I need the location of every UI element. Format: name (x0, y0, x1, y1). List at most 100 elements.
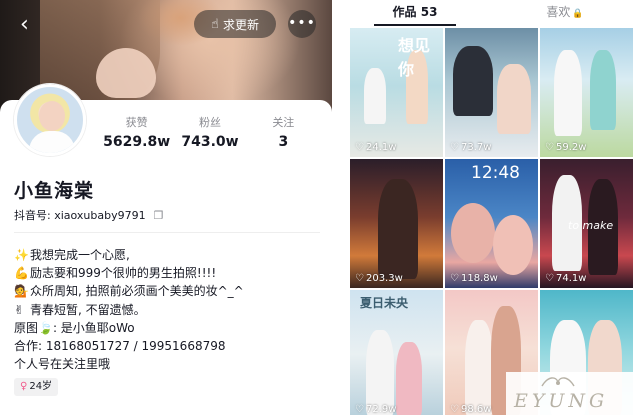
divider (14, 232, 320, 233)
video-tile[interactable]: 12:48 ♡ 118.8w (445, 159, 538, 288)
heart-icon: ♡ (450, 404, 459, 415)
bio-text: 原图🍃: 是小鱼耶oWo (14, 320, 135, 335)
sparkles-icon: ✨ (14, 248, 29, 262)
tile-overlay-text: to make (568, 219, 614, 232)
stat-following[interactable]: 关注 3 (247, 116, 320, 156)
tile-likes-count: 203.3w (365, 273, 403, 284)
bio-text: 合作: 18168051727 / 19951668798 (14, 339, 226, 354)
video-tile[interactable]: ♡ 203.3w (350, 159, 443, 288)
bio-line: 💪励志要和999个很帅的男生拍照!!!! (14, 264, 324, 282)
stat-value: 743.0w (181, 134, 239, 150)
muscle-icon: 💪 (14, 266, 29, 281)
heart-icon: ♡ (355, 142, 364, 153)
tab-likes[interactable]: 喜欢 🔒 (490, 0, 640, 26)
watermark-logo: EYUNG (506, 372, 640, 415)
bio-line: 原图🍃: 是小鱼耶oWo (14, 319, 324, 337)
works-grid: 想见你 ♡ 24.1w ♡ 73.7w ♡ 59.2w ♡ 203.3w 12:48 ♡… (350, 28, 640, 415)
female-icon: ♀ (20, 381, 28, 392)
more-icon[interactable]: ••• (288, 10, 316, 38)
video-tile[interactable]: to make ♡ 74.1w (540, 159, 633, 288)
figure-shape (451, 203, 495, 263)
heart-icon: ♡ (545, 273, 554, 284)
figure-shape (465, 320, 493, 415)
profile-stats: 获赞 5629.8w 粉丝 743.0w 关注 3 (100, 116, 320, 156)
watermark-text: EYUNG (514, 390, 609, 412)
video-tile[interactable]: ♡ 73.7w (445, 28, 538, 157)
bio-line: ✨我想完成一个心愿, (14, 246, 324, 264)
figure-shape (378, 179, 418, 279)
stat-likes[interactable]: 获赞 5629.8w (100, 116, 173, 156)
tile-likes-count: 98.6w (460, 404, 492, 415)
tile-likes-count: 118.8w (460, 273, 498, 284)
copy-icon[interactable]: ❐ (154, 209, 164, 222)
victory-hand-icon: ✌ (14, 302, 25, 317)
tile-likes: ♡ 72.9w (355, 404, 396, 415)
bio-line: 💁众所周知, 拍照前必须画个美美的妆^_^ (14, 282, 324, 300)
tile-likes: ♡ 74.1w (545, 273, 586, 284)
tile-overlay-text: 夏日未央 (360, 296, 409, 310)
tipping-hand-icon: 💁 (14, 284, 29, 299)
profile-nickname: 小鱼海棠 (14, 180, 95, 202)
bio-line: ✌ 青春短暂, 不留遗憾。 (14, 301, 324, 319)
tile-likes-count: 72.9w (365, 404, 397, 415)
tab-works[interactable]: 作品 53 (340, 0, 490, 26)
stat-value: 5629.8w (103, 134, 171, 150)
profile-panel: ‹ ☝ 求更新 ••• 获赞 5629.8w 粉丝 743.0w 关注 3 小鱼… (0, 0, 332, 415)
request-update-label: 求更新 (222, 17, 259, 32)
figure-shape (493, 215, 533, 275)
lock-icon: 🔒 (572, 9, 584, 19)
figure-shape (554, 50, 582, 136)
works-panel: 作品 53 喜欢 🔒 想见你 ♡ 24.1w ♡ 73.7w ♡ 59.2w ♡ 203.… (340, 0, 640, 415)
age-tag-text: 24岁 (29, 381, 53, 392)
request-update-button[interactable]: ☝ 求更新 (194, 10, 276, 38)
profile-bio: ✨我想完成一个心愿, 💪励志要和999个很帅的男生拍照!!!! 💁众所周知, 拍… (14, 246, 324, 373)
bio-text: 众所周知, 拍照前必须画个美美的妆^_^ (30, 284, 244, 299)
figure-shape (364, 68, 386, 124)
bio-text: 我想完成一个心愿, (30, 248, 130, 262)
avatar-body-shape (29, 131, 75, 153)
douyin-id-text: 抖音号: xiaoxubaby9791 (14, 209, 146, 222)
tile-likes: ♡ 98.6w (450, 404, 491, 415)
stat-label: 粉丝 (198, 116, 221, 129)
figure-shape (497, 64, 531, 134)
figure-shape (366, 330, 394, 415)
tile-likes-count: 73.7w (460, 142, 492, 153)
avatar[interactable] (14, 84, 86, 156)
tile-likes: ♡ 73.7w (450, 142, 491, 153)
bio-line: 个人号在关注里哦 (14, 355, 324, 373)
tile-overlay-text: 12:48 (471, 163, 520, 183)
stat-followers[interactable]: 粉丝 743.0w (173, 116, 246, 156)
figure-shape (590, 50, 616, 130)
tile-likes-count: 74.1w (555, 273, 587, 284)
bio-line: 合作: 18168051727 / 19951668798 (14, 337, 324, 355)
heart-icon: ♡ (355, 404, 364, 415)
back-icon[interactable]: ‹ (20, 14, 40, 36)
bio-text: 个人号在关注里哦 (14, 357, 111, 372)
video-tile[interactable]: ♡ 59.2w (540, 28, 633, 157)
heart-icon: ♡ (545, 142, 554, 153)
tile-likes: ♡ 203.3w (355, 273, 403, 284)
works-tabs: 作品 53 喜欢 🔒 (340, 0, 640, 26)
avatar-face-shape (39, 101, 65, 131)
stat-label: 获赞 (125, 116, 148, 129)
tile-overlay-text: 想见你 (398, 36, 431, 79)
bio-text: 励志要和999个很帅的男生拍照!!!! (30, 266, 217, 281)
stat-value: 3 (278, 134, 289, 150)
heart-icon: ♡ (450, 273, 459, 284)
heart-icon: ♡ (450, 142, 459, 153)
tile-likes-count: 59.2w (555, 142, 587, 153)
watermark-ornament (541, 377, 575, 387)
bio-text: 青春短暂, 不留遗憾。 (30, 302, 146, 317)
video-tile[interactable]: 想见你 ♡ 24.1w (350, 28, 443, 157)
tile-likes: ♡ 118.8w (450, 273, 498, 284)
stat-label: 关注 (272, 116, 295, 129)
heart-icon: ♡ (355, 273, 364, 284)
figure-shape (453, 46, 493, 116)
figure-shape (396, 342, 422, 415)
age-tag: ♀ 24岁 (14, 378, 59, 396)
tile-likes: ♡ 59.2w (545, 142, 586, 153)
tile-likes-count: 24.1w (365, 142, 397, 153)
hand-pointer-icon: ☝ (211, 16, 219, 32)
video-tile[interactable]: 夏日未央 ♡ 72.9w (350, 290, 443, 415)
tile-likes: ♡ 24.1w (355, 142, 396, 153)
